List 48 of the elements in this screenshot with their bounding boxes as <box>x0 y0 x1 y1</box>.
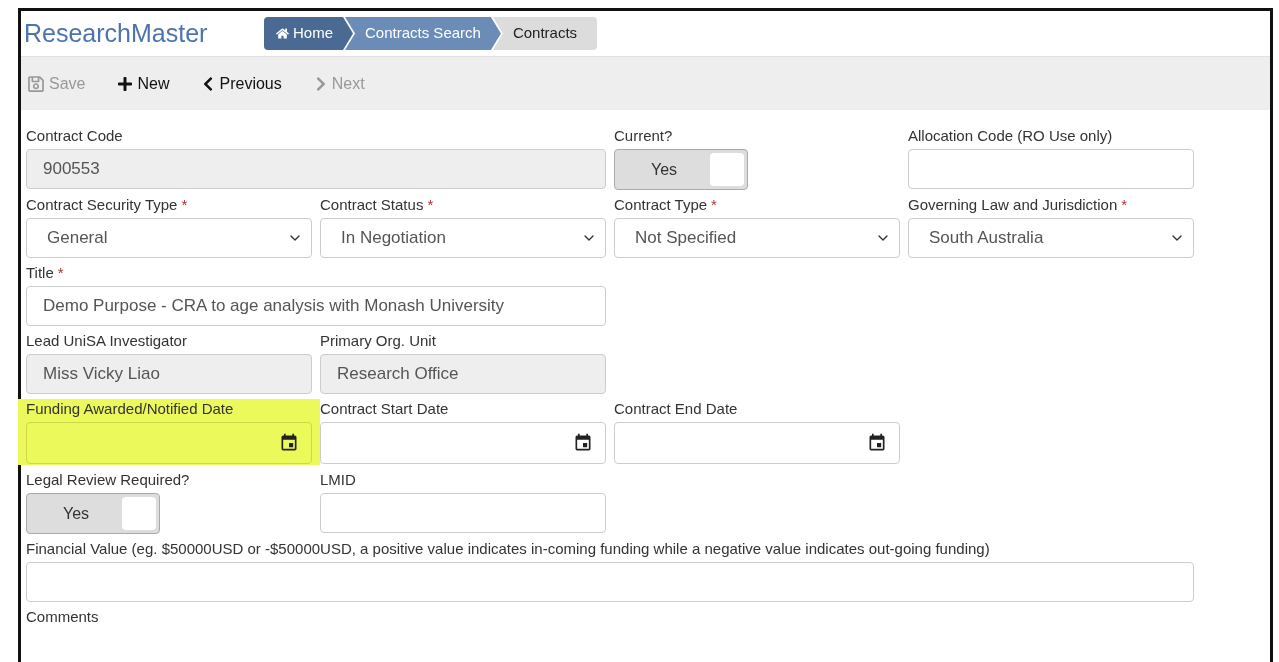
toggle-switch[interactable]: Yes <box>614 149 748 190</box>
date-field[interactable] <box>320 422 606 464</box>
field-label: Legal Review Required? <box>26 470 190 490</box>
app-title: ResearchMaster <box>24 17 209 49</box>
calendar-icon <box>573 433 593 453</box>
field-label: Comments <box>26 607 99 627</box>
save-icon <box>27 74 45 93</box>
field-label: Title <box>26 263 54 283</box>
required-mark: * <box>427 195 434 215</box>
toolbar-button[interactable]: New <box>117 71 170 96</box>
toggle-switch[interactable]: Yes <box>26 493 160 534</box>
calendar-icon <box>867 433 887 453</box>
text-field[interactable]: Demo Purpose - CRA to age analysis with Monash University <box>26 286 606 326</box>
required-mark: * <box>57 263 64 283</box>
required-mark: * <box>1121 195 1128 215</box>
select-field[interactable]: Not Specified <box>614 218 900 258</box>
readonly-field: Miss Vicky Liao <box>26 354 312 394</box>
readonly-field: Research Office <box>320 354 606 394</box>
home-icon <box>276 27 289 40</box>
breadcrumb-link[interactable]: Contracts <box>492 17 598 50</box>
plus-icon <box>117 75 134 92</box>
required-mark: * <box>181 195 188 215</box>
text-field[interactable] <box>320 493 606 533</box>
select-field[interactable]: General <box>26 218 312 258</box>
field-label: Contract Type <box>614 195 708 215</box>
field-label: Lead UniSA Investigator <box>26 331 187 351</box>
field-label: Governing Law and Jurisdiction <box>908 195 1118 215</box>
field-label: Allocation Code (RO Use only) <box>908 126 1113 146</box>
date-field[interactable] <box>26 422 312 464</box>
field-label: Current? <box>614 126 673 146</box>
text-field[interactable] <box>908 149 1194 189</box>
field-label: Contract Status <box>320 195 424 215</box>
select-field[interactable]: South Australia <box>908 218 1194 258</box>
text-field[interactable] <box>26 562 1194 602</box>
date-field[interactable] <box>614 422 900 464</box>
field-label: Financial Value (eg. $50000USD or -$50000USD, a positive value indicates in-coming funding while a negative value indicates out-going funding) <box>26 539 990 559</box>
field-label: Contract Start Date <box>320 399 449 419</box>
field-label: LMID <box>320 470 356 490</box>
field-label: Contract Code <box>26 126 123 146</box>
field-label: Primary Org. Unit <box>320 331 436 351</box>
toolbar-button[interactable]: Previous <box>201 71 282 96</box>
select-field[interactable]: In Negotiation <box>320 218 606 258</box>
required-mark: * <box>711 195 717 215</box>
calendar-icon <box>279 433 299 453</box>
field-label: Contract Security Type <box>26 195 178 215</box>
breadcrumb-link[interactable]: Home <box>264 17 353 50</box>
readonly-field: 900553 <box>26 149 606 189</box>
field-label: Contract End Date <box>614 399 738 419</box>
